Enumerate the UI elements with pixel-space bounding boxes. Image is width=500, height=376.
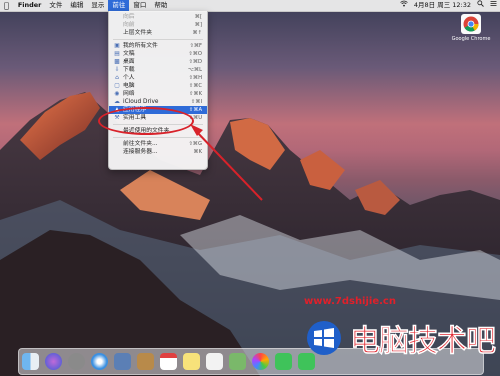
all-files-icon: ▣: [114, 43, 120, 49]
chrome-icon: [461, 14, 481, 34]
calendar-icon[interactable]: [160, 353, 177, 370]
messages-icon[interactable]: [275, 353, 292, 370]
contacts-icon[interactable]: [137, 353, 154, 370]
launchpad-icon[interactable]: [68, 353, 85, 370]
go-menu-item-downloads[interactable]: ⇩ 下载 ⌥⌘L: [109, 66, 207, 74]
icloud-icon: ☁: [114, 99, 120, 105]
windows-logo-icon: [307, 321, 341, 355]
go-menu-item-desktop[interactable]: ▩ 桌面 ⇧⌘D: [109, 58, 207, 66]
menu-edit[interactable]: 编辑: [66, 0, 87, 11]
go-menu-dropdown: 向后 ⌘[ 向前 ⌘] 上层文件夹 ⌘↑ ▣ 我的所有文件 ⇧⌘F ▤ 文稿 ⇧⌘O ▩ 桌面 ⇧…: [108, 11, 208, 170]
go-menu-item-documents[interactable]: ▤ 文稿 ⇧⌘O: [109, 50, 207, 58]
notes-icon[interactable]: [183, 353, 200, 370]
menu-separator: [113, 137, 203, 138]
go-menu-item-forward[interactable]: 向前 ⌘]: [109, 21, 207, 29]
go-menu-item-enclosing-folder[interactable]: 上层文件夹 ⌘↑: [109, 29, 207, 37]
menu-help[interactable]: 帮助: [150, 0, 171, 11]
submenu-arrow-icon: ▸: [199, 128, 202, 134]
go-menu-item-connect-to-server[interactable]: 连接服务器... ⌘K: [109, 148, 207, 156]
go-menu-item-network[interactable]: ◉ 网络 ⇧⌘K: [109, 90, 207, 98]
watermark-brand: 电脑技术吧: [302, 315, 497, 361]
downloads-icon: ⇩: [114, 67, 120, 73]
finder-icon[interactable]: [22, 353, 39, 370]
menu-go[interactable]: 前往: [108, 0, 130, 11]
watermark-url: www.7dshijie.cn: [304, 296, 396, 307]
desktop-icon: ▩: [114, 59, 120, 65]
home-icon: ⌂: [115, 75, 119, 81]
wifi-icon[interactable]: [397, 0, 411, 11]
menu-separator: [113, 39, 203, 40]
reminders-icon[interactable]: [206, 353, 223, 370]
red-annotation-ellipse: [98, 107, 194, 135]
documents-icon: ▤: [114, 51, 120, 57]
spotlight-search-icon[interactable]: [474, 0, 487, 11]
menu-bar:  Finder 文件 编辑 显示 前往 窗口 帮助 4月8日 周三 12:32: [0, 0, 500, 12]
apple-menu-icon[interactable]: : [0, 0, 14, 11]
datetime-clock[interactable]: 4月8日 周三 12:32: [411, 0, 474, 11]
app-menu-finder[interactable]: Finder: [14, 0, 46, 11]
watermark-brand-text: 电脑技术吧: [350, 324, 497, 360]
siri-icon[interactable]: [45, 353, 62, 370]
go-menu-item-home[interactable]: ⌂ 个人 ⇧⌘H: [109, 74, 207, 82]
desktop-icon-google-chrome[interactable]: Google Chrome: [448, 14, 494, 54]
mail-icon[interactable]: [114, 353, 131, 370]
network-icon: ◉: [114, 91, 120, 97]
photos-icon[interactable]: [252, 353, 269, 370]
go-menu-item-back[interactable]: 向后 ⌘[: [109, 13, 207, 21]
menu-window[interactable]: 窗口: [129, 0, 150, 11]
safari-icon[interactable]: [91, 353, 108, 370]
go-menu-item-go-to-folder[interactable]: 前往文件夹... ⇧⌘G: [109, 140, 207, 148]
menu-view[interactable]: 显示: [87, 0, 108, 11]
maps-icon[interactable]: [229, 353, 246, 370]
go-menu-item-computer[interactable]: ▢ 电脑 ⇧⌘C: [109, 82, 207, 90]
go-menu-item-icloud-drive[interactable]: ☁ iCloud Drive ⇧⌘I: [109, 98, 207, 106]
notification-center-icon[interactable]: [487, 0, 500, 11]
go-menu-item-all-my-files[interactable]: ▣ 我的所有文件 ⇧⌘F: [109, 42, 207, 50]
menu-file[interactable]: 文件: [45, 0, 66, 11]
computer-icon: ▢: [114, 83, 120, 89]
desktop-icon-label: Google Chrome: [451, 36, 491, 42]
